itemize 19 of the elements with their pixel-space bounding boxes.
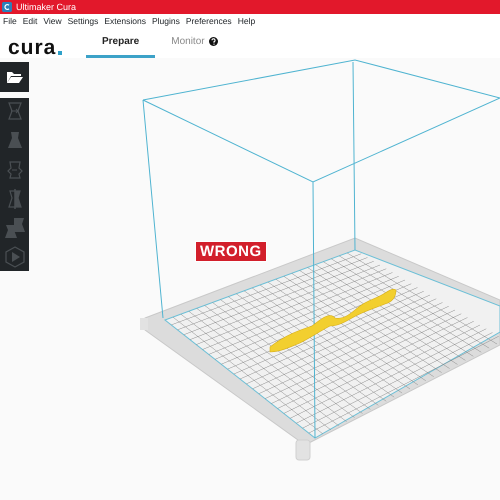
tab[interactable]: Prepare (86, 28, 156, 58)
tool-icon (4, 246, 26, 268)
folder-icon (6, 70, 24, 84)
menu-item[interactable]: Extensions (101, 14, 149, 28)
menu-item[interactable]: Edit (20, 14, 40, 28)
menu-item[interactable]: Preferences (182, 14, 235, 28)
logo-text: cura (8, 38, 56, 58)
menu-item[interactable]: File (0, 14, 20, 28)
help-icon (208, 37, 218, 46)
menu-item[interactable]: View (40, 14, 65, 28)
tab[interactable]: Monitor (155, 28, 234, 58)
menu-item[interactable]: Help (234, 14, 258, 28)
open-file-button[interactable] (0, 62, 29, 92)
menu-item[interactable]: Settings (64, 14, 102, 28)
menu-item[interactable]: Plugins (148, 14, 183, 28)
window-title: Ultimaker Cura (16, 1, 76, 14)
app-icon (2, 2, 12, 12)
overlay-label: WRONG (195, 241, 267, 262)
tool-icon (4, 217, 26, 239)
